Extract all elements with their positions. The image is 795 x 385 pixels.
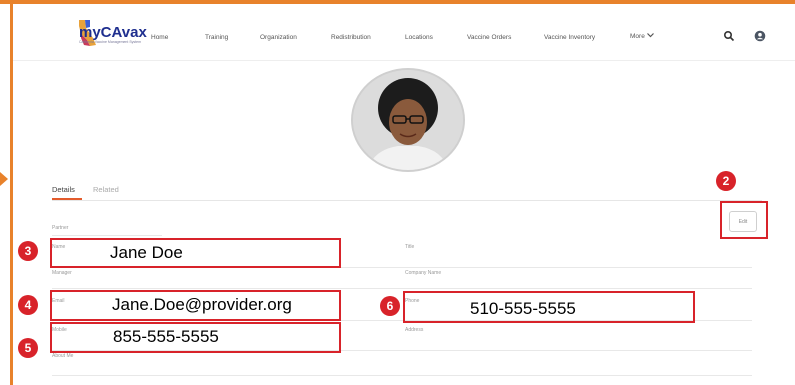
app-logo-subtitle: California Vaccine Management System	[79, 40, 141, 44]
partner-label: Partner	[52, 225, 69, 231]
callout-marker-5: 5	[18, 338, 38, 358]
arrow-right-icon	[0, 172, 8, 186]
highlight-email-box	[50, 290, 341, 321]
manager-label: Manager	[52, 270, 72, 276]
address-label: Address	[405, 327, 424, 333]
highlight-edit-box	[720, 201, 768, 239]
manager-divider	[52, 288, 752, 289]
nav-more-label: More	[630, 33, 645, 40]
highlight-phone-box	[403, 291, 695, 323]
app-logo-text[interactable]: myCAvax	[79, 24, 147, 41]
callout-marker-2: 2	[716, 171, 736, 191]
callout-marker-3: 3	[18, 241, 38, 261]
nav-vaccine-inventory[interactable]: Vaccine Inventory	[544, 34, 595, 41]
partner-divider	[52, 235, 162, 236]
nav-organization[interactable]: Organization	[260, 34, 297, 41]
callout-marker-4: 4	[18, 295, 38, 315]
company-name-label: Company Name	[405, 270, 442, 276]
highlight-name-box	[50, 238, 341, 268]
tab-related[interactable]: Related	[93, 185, 119, 194]
chevron-down-icon	[646, 33, 654, 38]
nav-locations[interactable]: Locations	[405, 34, 433, 41]
nav-training[interactable]: Training	[205, 34, 228, 41]
top-navbar: myCAvax California Vaccine Management Sy…	[13, 4, 795, 61]
profile-photo	[351, 68, 465, 172]
highlight-mobile-box	[50, 322, 341, 353]
tab-details[interactable]: Details	[52, 185, 75, 194]
user-icon[interactable]	[754, 30, 766, 42]
search-icon[interactable]	[723, 30, 735, 42]
tabs-divider	[52, 200, 762, 201]
nav-redistribution[interactable]: Redistribution	[331, 34, 371, 41]
title-label: Title	[405, 244, 415, 250]
nav-home[interactable]: Home	[151, 34, 168, 41]
nav-more[interactable]: More	[630, 33, 654, 40]
about-me-label: About Me	[52, 353, 74, 359]
callout-marker-6: 6	[380, 296, 400, 316]
nav-vaccine-orders[interactable]: Vaccine Orders	[467, 34, 511, 41]
about-divider	[52, 375, 752, 376]
